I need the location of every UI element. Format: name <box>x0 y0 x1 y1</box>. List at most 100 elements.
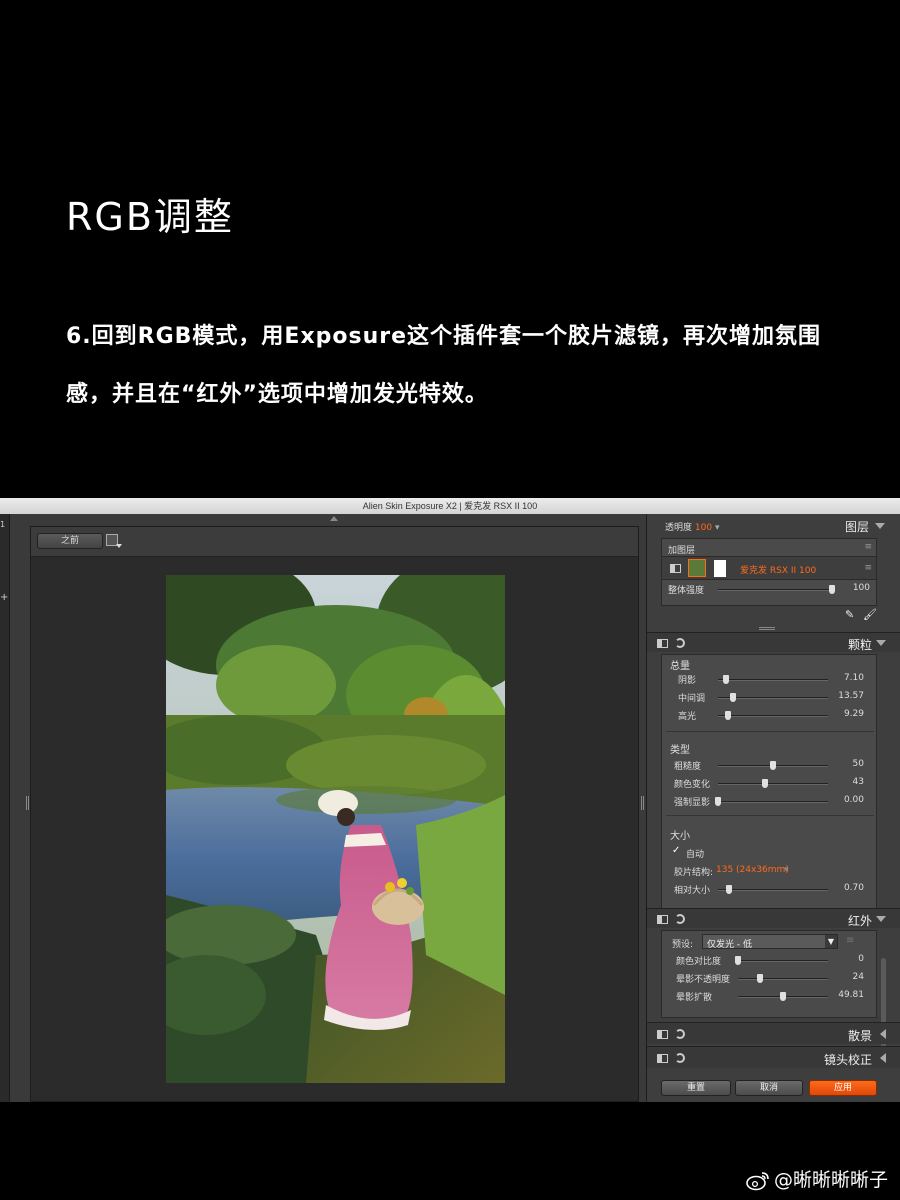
chevron-down-icon[interactable]: ▼ <box>825 935 837 948</box>
slider-value[interactable]: 24 <box>824 972 864 982</box>
slider-value[interactable]: 9.29 <box>824 709 864 719</box>
grain-section-title: 颗粒 <box>847 638 872 652</box>
auto-checkbox[interactable]: ✓ <box>672 846 681 856</box>
preview-area: 之前 <box>30 526 639 1102</box>
preset-menu-icon[interactable]: ≡ <box>846 935 854 946</box>
grain-reset-icon[interactable] <box>675 638 685 648</box>
slider-track[interactable] <box>715 797 828 806</box>
overall-strength-label: 整体强度 <box>668 586 705 596</box>
slider-label: 粗糙度 <box>674 762 702 772</box>
overall-strength-slider[interactable] <box>718 585 835 594</box>
expand-arrow-icon[interactable] <box>876 916 886 922</box>
slider-label: 阴影 <box>678 676 697 686</box>
slider-row: 晕影不透明度 24 <box>662 971 876 987</box>
add-layer-menu-icon[interactable]: ≡ <box>864 542 872 552</box>
relative-size-label: 相对大小 <box>674 886 711 896</box>
slider-row: 粗糙度 50 <box>662 758 876 774</box>
slider-thumb[interactable] <box>756 974 763 983</box>
slider-value[interactable]: 13.57 <box>824 691 864 701</box>
slider-row: 高光 9.29 <box>662 708 876 724</box>
slider-thumb[interactable] <box>780 992 786 1001</box>
slider-value[interactable]: 50 <box>824 759 864 769</box>
preview-photo <box>166 575 505 1083</box>
slider-value[interactable]: 0.00 <box>824 795 864 805</box>
slider-track[interactable] <box>718 711 828 720</box>
slider-label: 中间调 <box>678 694 706 704</box>
slider-track[interactable] <box>735 956 828 965</box>
slider-track[interactable] <box>718 761 828 770</box>
slider-value[interactable]: 43 <box>824 777 864 787</box>
preset-label: 预设: <box>672 940 694 950</box>
layer-row[interactable]: 爱克发 RSX II 100 ≡ <box>662 556 876 580</box>
relative-size-row: 相对大小 0.70 <box>662 882 876 898</box>
infrared-reset-icon[interactable] <box>675 914 685 924</box>
slider-label: 晕影不透明度 <box>676 975 731 985</box>
slider-value[interactable]: 49.81 <box>824 990 864 1000</box>
layer-mask-icon <box>714 560 726 577</box>
slider-row: 强制显影 0.00 <box>662 794 876 810</box>
grain-amount-group: 总量 <box>670 661 690 672</box>
pencil-icon[interactable]: ✎ <box>845 608 854 621</box>
layers-section-header[interactable]: 图层 <box>655 517 891 535</box>
slider-row: 晕影扩散 49.81 <box>662 989 876 1005</box>
slider-thumb[interactable] <box>762 779 769 788</box>
slider-thumb[interactable] <box>724 711 731 720</box>
preset-select[interactable]: 仅发光 - 低 ▼ <box>702 934 838 950</box>
reset-button[interactable]: 重置 <box>661 1080 731 1096</box>
divider <box>666 731 874 732</box>
slider-thumb[interactable] <box>726 885 732 894</box>
collapse-arrow-icon[interactable] <box>880 1029 886 1039</box>
brush-icon[interactable]: 🖌 <box>863 608 877 621</box>
apply-button[interactable]: 应用 <box>809 1080 877 1096</box>
slider-track[interactable] <box>738 974 828 983</box>
slider-track[interactable] <box>718 675 828 684</box>
chevron-down-icon[interactable]: ▾ <box>784 865 789 875</box>
relative-size-value[interactable]: 0.70 <box>824 883 864 893</box>
collapse-top-arrow-icon[interactable] <box>330 516 338 521</box>
panel-resize-handle[interactable] <box>759 627 775 630</box>
bokeh-reset-icon[interactable] <box>675 1029 685 1039</box>
grain-box: 总量 阴影 7.10 中间调 13.57 高光 9.29 类型 粗糙度 50 颜色变化 43 强制… <box>661 654 877 910</box>
page-heading: RGB调整 <box>66 195 234 239</box>
slider-thumb[interactable] <box>770 761 776 770</box>
slider-thumb[interactable] <box>715 797 721 806</box>
lens-reset-icon[interactable] <box>675 1053 685 1063</box>
film-structure-select[interactable]: 135 (24x36mm) <box>716 865 789 875</box>
add-layer-label[interactable]: 加图层 <box>668 543 695 556</box>
infrared-toggle-icon[interactable] <box>657 915 668 924</box>
slider-thumb[interactable] <box>730 693 737 702</box>
layers-section-title: 图层 <box>844 520 869 534</box>
infrared-section-header[interactable]: 红外 <box>647 908 900 928</box>
slider-track[interactable] <box>738 992 828 1001</box>
infrared-section-title: 红外 <box>847 914 872 928</box>
bokeh-toggle-icon[interactable] <box>657 1030 668 1039</box>
slider-value[interactable]: 0 <box>824 954 864 964</box>
layer-menu-icon[interactable]: ≡ <box>864 563 872 573</box>
add-icon[interactable]: + <box>0 592 8 603</box>
slider-thumb[interactable] <box>722 675 729 684</box>
weibo-icon <box>746 1171 769 1190</box>
expand-arrow-icon[interactable] <box>876 640 886 646</box>
grain-section-header[interactable]: 颗粒 <box>647 632 900 652</box>
overall-strength-value[interactable]: 100 <box>830 583 870 593</box>
grain-toggle-icon[interactable] <box>657 639 668 648</box>
layer-visibility-icon[interactable] <box>670 564 681 573</box>
left-panel-divider[interactable] <box>26 796 29 810</box>
lens-toggle-icon[interactable] <box>657 1054 668 1063</box>
bokeh-section-header[interactable]: 散景 <box>647 1022 900 1044</box>
slider-label: 强制显影 <box>674 798 711 808</box>
cancel-button[interactable]: 取消 <box>735 1080 803 1096</box>
before-button[interactable]: 之前 <box>37 533 103 549</box>
slider-track[interactable] <box>718 693 828 702</box>
slider-value[interactable]: 7.10 <box>824 673 864 683</box>
relative-size-slider[interactable] <box>718 885 828 894</box>
slider-label: 颜色变化 <box>674 780 711 790</box>
expand-arrow-icon[interactable] <box>875 523 885 529</box>
slider-thumb[interactable] <box>735 956 741 965</box>
description-text: 6.回到RGB模式，用Exposure这个插件套一个胶片滤镜，再次增加氛围感，并… <box>66 324 822 407</box>
slider-track[interactable] <box>718 779 828 788</box>
compare-view-icon[interactable] <box>106 534 122 548</box>
lens-correction-section-header[interactable]: 镜头校正 <box>647 1046 900 1068</box>
collapse-arrow-icon[interactable] <box>880 1053 886 1063</box>
right-panel-divider[interactable] <box>641 796 644 810</box>
